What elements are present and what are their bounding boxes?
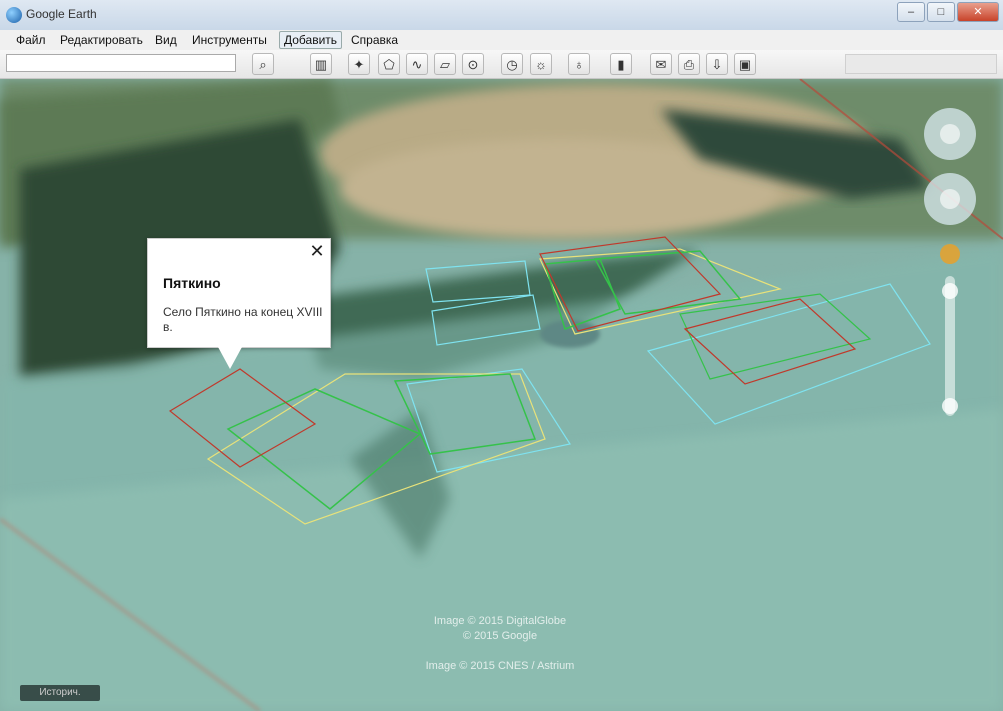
email-icon[interactable]: ✉ (650, 53, 672, 75)
title-bar: Google Earth – □ ✕ (0, 0, 1003, 31)
menu-view[interactable]: Вид (151, 32, 181, 48)
polygon-icon[interactable]: ⬠ (378, 53, 400, 75)
menu-help[interactable]: Справка (347, 32, 402, 48)
google-earth-icon (6, 7, 22, 23)
credit-line-3: Image © 2015 CNES / Astrium (425, 660, 575, 672)
navigation-controls (922, 101, 982, 436)
window-controls: – □ ✕ (897, 2, 999, 22)
search-icon[interactable]: ⌕ (252, 53, 274, 75)
status-historical[interactable]: Историч. (20, 685, 100, 701)
menu-bar: Файл Редактировать Вид Инструменты Добав… (0, 30, 1003, 51)
street-view-pegman-icon[interactable] (940, 244, 960, 264)
balloon-title: Пяткино (163, 275, 221, 291)
placemark-icon[interactable]: ✦ (348, 53, 370, 75)
path-icon[interactable]: ∿ (406, 53, 428, 75)
tour-icon[interactable]: ⊙ (462, 53, 484, 75)
toolbar-spacer (845, 54, 997, 74)
credit-line-1: Image © 2015 DigitalGlobe (433, 615, 567, 627)
zoom-out-icon[interactable] (942, 398, 958, 414)
ruler-icon[interactable]: ▮ (610, 53, 632, 75)
credit-line-2: © 2015 Google (462, 630, 538, 642)
nav-widgets (924, 108, 976, 416)
search-input[interactable] (6, 54, 236, 72)
image-export-icon[interactable]: ▣ (734, 53, 756, 75)
print-icon[interactable]: ⎙ (678, 53, 700, 75)
minimize-button[interactable]: – (897, 2, 925, 22)
menu-tools[interactable]: Инструменты (188, 32, 271, 48)
maximize-button[interactable]: □ (927, 2, 955, 22)
earth-view[interactable]: Image © 2015 DigitalGlobe © 2015 Google … (0, 79, 1003, 711)
toolbar: ⌕ ▥ ✦ ⬠ ∿ ▱ ⊙ ◷ ☼ ♁ ▮ ✉ ⎙ ⇩ ▣ (0, 50, 1003, 79)
status-bar: Историч. (0, 680, 1003, 711)
window-title: Google Earth (26, 7, 97, 21)
sidebar-icon[interactable]: ▥ (310, 53, 332, 75)
close-window-button[interactable]: ✕ (957, 2, 999, 22)
balloon-pointer (218, 347, 242, 369)
placemark-balloon: ✕ Пяткино Село Пяткино на конец XVIII в. (147, 238, 331, 369)
menu-file[interactable]: Файл (12, 32, 50, 48)
zoom-in-icon[interactable] (942, 283, 958, 299)
menu-edit[interactable]: Редактировать (56, 32, 147, 48)
sun-icon[interactable]: ☼ (530, 53, 552, 75)
history-icon[interactable]: ◷ (501, 53, 523, 75)
balloon-description: Село Пяткино на конец XVIII в. (163, 305, 323, 334)
menu-add[interactable]: Добавить (279, 31, 343, 49)
close-icon[interactable]: ✕ (308, 241, 326, 262)
map-export-icon[interactable]: ⇩ (706, 53, 728, 75)
planet-icon[interactable]: ♁ (568, 53, 590, 75)
image-overlay-icon[interactable]: ▱ (434, 53, 456, 75)
